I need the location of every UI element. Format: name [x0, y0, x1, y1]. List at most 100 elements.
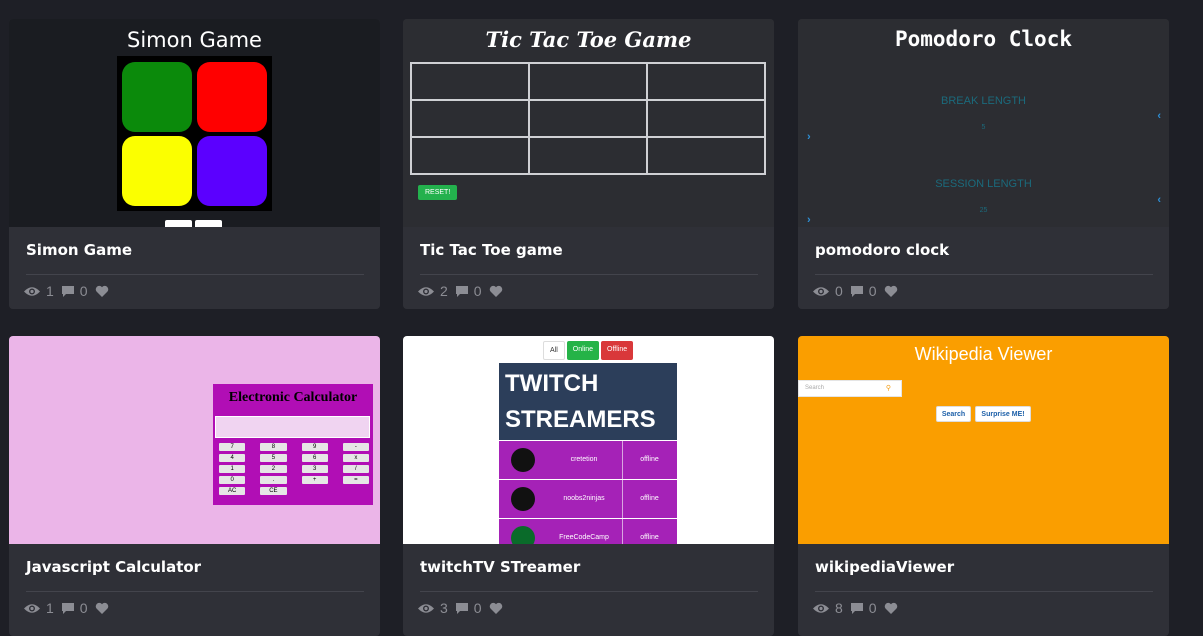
card-info: Javascript Calculator 1 0: [9, 544, 380, 626]
comments-stat: 0: [850, 283, 877, 299]
search-icon: ⚲: [885, 385, 891, 392]
calc-key: x: [342, 454, 369, 462]
streamer-row: cretetion offline: [499, 440, 677, 479]
card-info: twitchTV STreamer 3 0: [403, 544, 774, 626]
card-title[interactable]: pomodoro clock: [815, 241, 949, 259]
card-stats: 3 0: [417, 600, 503, 616]
streamer-status: offline: [640, 495, 659, 502]
views-stat: 0: [812, 283, 843, 299]
calc-key: 4: [219, 454, 246, 462]
streamer-panel: TWITCH STREAMERS cretetion offline noobs…: [499, 363, 677, 544]
project-card-wikipedia[interactable]: Wikipedia Viewer Search ⚲ Search Surpris…: [798, 336, 1169, 636]
break-length-label: BREAK LENGTH: [941, 95, 1026, 107]
preview-heading: Simon Game: [127, 28, 262, 52]
heart-icon[interactable]: [95, 285, 109, 298]
project-preview[interactable]: All Online Offline TWITCH STREAMERS cret…: [403, 336, 774, 544]
project-preview[interactable]: Simon Game: [9, 19, 380, 227]
card-title[interactable]: Simon Game: [26, 241, 132, 259]
eye-icon: [418, 603, 434, 613]
grid-cell: [411, 100, 529, 137]
card-title[interactable]: wikipediaViewer: [815, 558, 954, 576]
session-length-label: SESSION LENGTH: [935, 178, 1032, 190]
streamer-row: noobs2ninjas offline: [499, 479, 677, 518]
heart-icon[interactable]: [489, 602, 503, 615]
project-preview[interactable]: Tic Tac Toe Game RESET!: [403, 19, 774, 227]
views-stat: 8: [812, 600, 843, 616]
simon-control: [195, 220, 222, 227]
simon-pad-green: [122, 62, 192, 132]
chevron-left-icon: ‹: [1157, 110, 1161, 122]
divider: [815, 274, 1153, 275]
divider: [815, 591, 1153, 592]
project-card-tictactoe[interactable]: Tic Tac Toe Game RESET! Tic Tac Toe game…: [403, 19, 774, 309]
project-preview[interactable]: Wikipedia Viewer Search ⚲ Search Surpris…: [798, 336, 1169, 544]
views-count: 1: [46, 283, 54, 299]
card-info: Simon Game 1 0: [9, 227, 380, 309]
eye-icon: [813, 286, 829, 296]
calc-key: =: [342, 476, 369, 484]
heading-line: STREAMERS: [505, 406, 656, 433]
tictactoe-grid: [410, 62, 766, 175]
filter-all-button: All: [543, 341, 565, 360]
project-preview[interactable]: Pomodoro Clock BREAK LENGTH 5 ‹ › SESSIO…: [798, 19, 1169, 227]
comment-icon: [455, 602, 468, 614]
views-stat: 1: [23, 283, 54, 299]
card-title[interactable]: twitchTV STreamer: [420, 558, 580, 576]
card-stats: 2 0: [417, 283, 503, 299]
grid-cell: [647, 63, 765, 100]
views-count: 0: [835, 283, 843, 299]
avatar: [511, 526, 535, 544]
eye-icon: [418, 286, 434, 296]
filter-online-button: Online: [566, 341, 600, 360]
preview-heading: Tic Tac Toe Game: [485, 27, 692, 52]
project-preview[interactable]: Electronic Calculator 7 8 9 - 4 5 6 x 1 …: [9, 336, 380, 544]
views-stat: 2: [417, 283, 448, 299]
calculator-keys: 7 8 9 - 4 5 6 x 1 2 3 / 0 . + = AC CE: [219, 443, 369, 495]
eye-icon: [24, 286, 40, 296]
views-count: 1: [46, 600, 54, 616]
card-stats: 1 0: [23, 283, 109, 299]
divider: [420, 591, 758, 592]
heart-icon[interactable]: [489, 285, 503, 298]
status-filters: All Online Offline: [543, 341, 634, 360]
card-info: pomodoro clock 0 0: [798, 227, 1169, 309]
calc-key: 7: [219, 443, 246, 451]
heart-icon[interactable]: [95, 602, 109, 615]
chevron-right-icon: ›: [807, 131, 811, 143]
views-stat: 1: [23, 600, 54, 616]
project-card-calculator[interactable]: Electronic Calculator 7 8 9 - 4 5 6 x 1 …: [9, 336, 380, 636]
simon-pad-blue: [197, 136, 267, 206]
comments-count: 0: [473, 600, 482, 616]
card-info: wikipediaViewer 8 0: [798, 544, 1169, 626]
heart-icon[interactable]: [884, 285, 898, 298]
divider: [622, 519, 623, 544]
project-card-pomodoro[interactable]: Pomodoro Clock BREAK LENGTH 5 ‹ › SESSIO…: [798, 19, 1169, 309]
card-title[interactable]: Javascript Calculator: [26, 558, 201, 576]
views-count: 2: [440, 283, 448, 299]
comments-count: 0: [79, 283, 88, 299]
grid-cell: [529, 63, 647, 100]
comment-icon: [850, 285, 863, 297]
project-card-simon[interactable]: Simon Game Simon Game 1 0: [9, 19, 380, 309]
break-length-value: 5: [981, 124, 986, 131]
comments-count: 0: [473, 283, 482, 299]
calc-key: 5: [260, 454, 287, 462]
card-title[interactable]: Tic Tac Toe game: [420, 241, 563, 259]
card-stats: 0 0: [812, 283, 898, 299]
preview-heading: Pomodoro Clock: [894, 27, 1072, 51]
session-length-value: 25: [979, 207, 988, 214]
heading-line: TWITCH: [505, 370, 599, 397]
streamer-name: cretetion: [570, 456, 598, 463]
avatar: [511, 448, 535, 472]
heart-icon[interactable]: [884, 602, 898, 615]
streamer-status: offline: [640, 534, 659, 541]
comments-stat: 0: [850, 600, 877, 616]
comments-count: 0: [79, 600, 88, 616]
grid-cell: [411, 137, 529, 174]
grid-cell: [411, 63, 529, 100]
divider: [26, 591, 364, 592]
calc-key: 3: [301, 465, 328, 473]
comment-icon: [850, 602, 863, 614]
calc-key: .: [260, 476, 287, 484]
project-card-twitch[interactable]: All Online Offline TWITCH STREAMERS cret…: [403, 336, 774, 636]
